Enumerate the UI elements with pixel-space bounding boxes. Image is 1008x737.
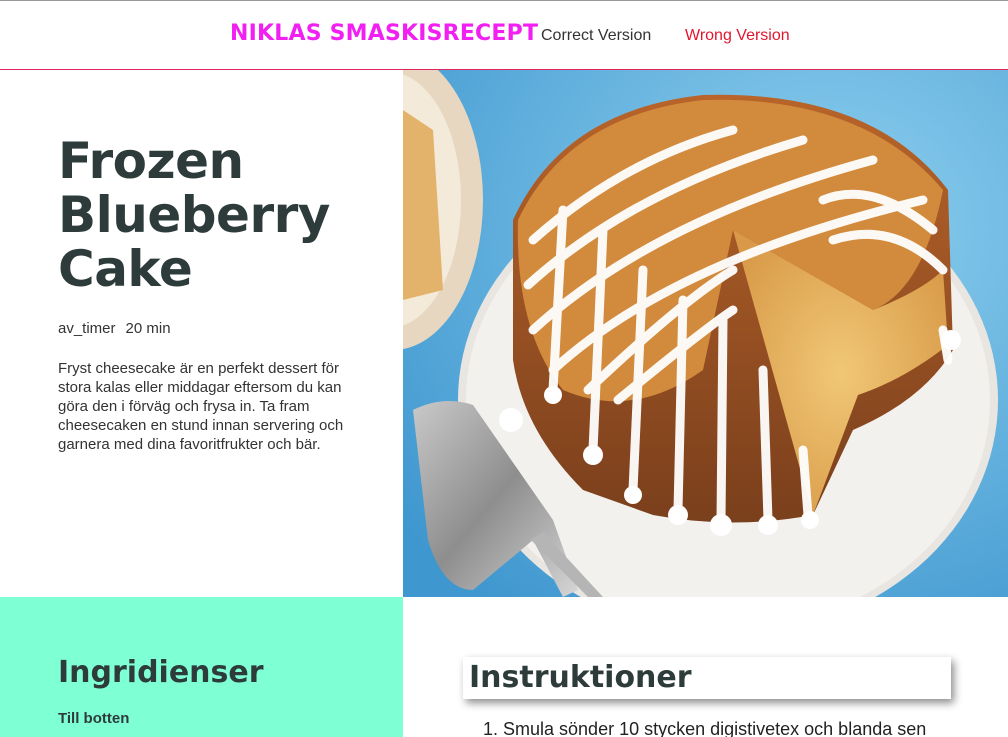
instructions-title: Instruktioner: [469, 660, 692, 695]
recipe-title-line: Frozen: [58, 132, 244, 190]
instructions-section: Instruktioner 1. Smula sönder 10 stycken…: [403, 597, 1008, 737]
instruction-step-text: Smula sönder 10 stycken digistivetex och…: [503, 719, 927, 737]
recipe-intro: Frozen Blueberry Cake av_timer 20 min Fr…: [0, 70, 403, 597]
recipe-meta: av_timer 20 min: [58, 320, 171, 337]
ingredients-section: Ingridienser Till botten: [0, 597, 403, 737]
cake-illustration: [403, 70, 1008, 597]
ingredients-title: Ingridienser: [58, 655, 264, 690]
cake-photo: [403, 70, 1008, 597]
recipe-title-line: Cake: [58, 240, 193, 298]
instruction-step: 1. Smula sönder 10 stycken digistivetex …: [483, 719, 927, 737]
nav-link-correct-version[interactable]: Correct Version: [541, 27, 651, 45]
recipe-title: Frozen Blueberry Cake: [58, 134, 330, 296]
ingredients-subheading: Till botten: [58, 710, 130, 727]
nav-link-wrong-version[interactable]: Wrong Version: [685, 27, 790, 45]
brand-logo-link[interactable]: NIKLAS SMASKISRECEPT: [230, 21, 538, 46]
timer-icon: av_timer: [58, 320, 116, 337]
cook-time: 20 min: [125, 320, 171, 337]
recipe-description: Fryst cheesecake är en perfekt dessert f…: [58, 360, 344, 453]
top-navbar: NIKLAS SMASKISRECEPT Correct Version Wro…: [0, 0, 1008, 70]
instructions-heading-box: Instruktioner: [463, 657, 951, 699]
recipe-title-line: Blueberry: [58, 186, 330, 244]
